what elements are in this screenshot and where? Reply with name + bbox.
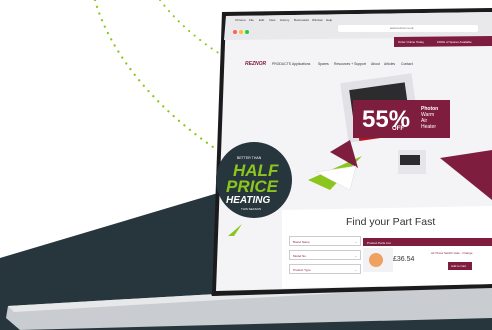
close-window-icon[interactable] bbox=[233, 30, 237, 34]
brand-logo[interactable]: REZNOR bbox=[245, 61, 266, 67]
nav-item-contact[interactable]: Contact bbox=[401, 62, 413, 66]
nav-item-about[interactable]: About bbox=[371, 62, 380, 66]
menubar-item-bookmarks[interactable]: Bookmarks bbox=[294, 18, 309, 22]
chevron-down-icon: ⌄ bbox=[354, 239, 357, 244]
nav-item-spares[interactable]: Spares bbox=[318, 62, 329, 66]
menubar-item-history[interactable]: History bbox=[280, 18, 289, 22]
url-text[interactable]: www.reznor.co.uk bbox=[390, 26, 414, 30]
product-list-header: Product Parts List bbox=[363, 238, 492, 246]
menubar-item-chrome[interactable]: Chrome bbox=[235, 18, 246, 22]
menubar-item-view[interactable]: View bbox=[269, 18, 275, 22]
finder-title: Find your Part Fast bbox=[346, 216, 436, 228]
product-name[interactable]: Air Press Switch Hole - Orange bbox=[431, 251, 473, 255]
model-no-select[interactable]: Model No. ⌄ bbox=[289, 250, 361, 260]
product-thumb-icon bbox=[369, 253, 383, 267]
nav-item-products[interactable]: PRODUCTS bbox=[272, 62, 291, 66]
product-type-select[interactable]: Product Type ⌄ bbox=[289, 264, 361, 274]
maximize-window-icon[interactable] bbox=[245, 30, 249, 34]
menubar-item-file[interactable]: File bbox=[249, 18, 254, 22]
small-heater-grille bbox=[400, 155, 420, 165]
badge-lime-accent bbox=[228, 224, 242, 236]
banner-order-online[interactable]: Order Online Today bbox=[398, 40, 424, 44]
menubar-item-edit[interactable]: Edit bbox=[259, 18, 264, 22]
promo-line-4: Heater bbox=[421, 124, 437, 130]
badge-price: PRICE bbox=[226, 177, 278, 196]
product-list-header-label: Product Parts List bbox=[367, 240, 391, 245]
menubar-item-window[interactable]: Window bbox=[312, 18, 323, 22]
brand-name-select[interactable]: Brand Name ⌄ bbox=[289, 236, 361, 246]
badge-heating: HEATING bbox=[226, 195, 271, 206]
minimize-window-icon[interactable] bbox=[239, 30, 243, 34]
badge-bottom-text: THIS SEASON bbox=[241, 207, 262, 211]
brand-name-label: Brand Name bbox=[293, 239, 310, 244]
product-price: £36.54 bbox=[393, 256, 415, 263]
menubar-item-help[interactable]: Help bbox=[326, 18, 332, 22]
chevron-down-icon: ⌄ bbox=[354, 253, 357, 258]
promo-off: OFF bbox=[392, 126, 404, 132]
add-to-cart-button[interactable]: Add to Cart bbox=[451, 264, 466, 268]
product-type-label: Product Type bbox=[293, 267, 311, 272]
model-no-label: Model No. bbox=[293, 253, 307, 258]
half-price-badge: BETTER THAN HALF PRICE HEATING THIS SEAS… bbox=[216, 142, 292, 218]
nav-item-applications[interactable]: Applications bbox=[292, 62, 310, 66]
badge-top-text: BETTER THAN bbox=[237, 156, 262, 160]
chevron-down-icon: ⌄ bbox=[354, 267, 357, 272]
nav-item-resources[interactable]: Resources + Support bbox=[334, 62, 366, 66]
promo-product-name: Photon Warm Air Heater bbox=[421, 106, 438, 130]
nav-item-articles[interactable]: Articles bbox=[384, 62, 395, 66]
banner-spares-available[interactable]: 1000s of Spares Available bbox=[437, 40, 472, 44]
